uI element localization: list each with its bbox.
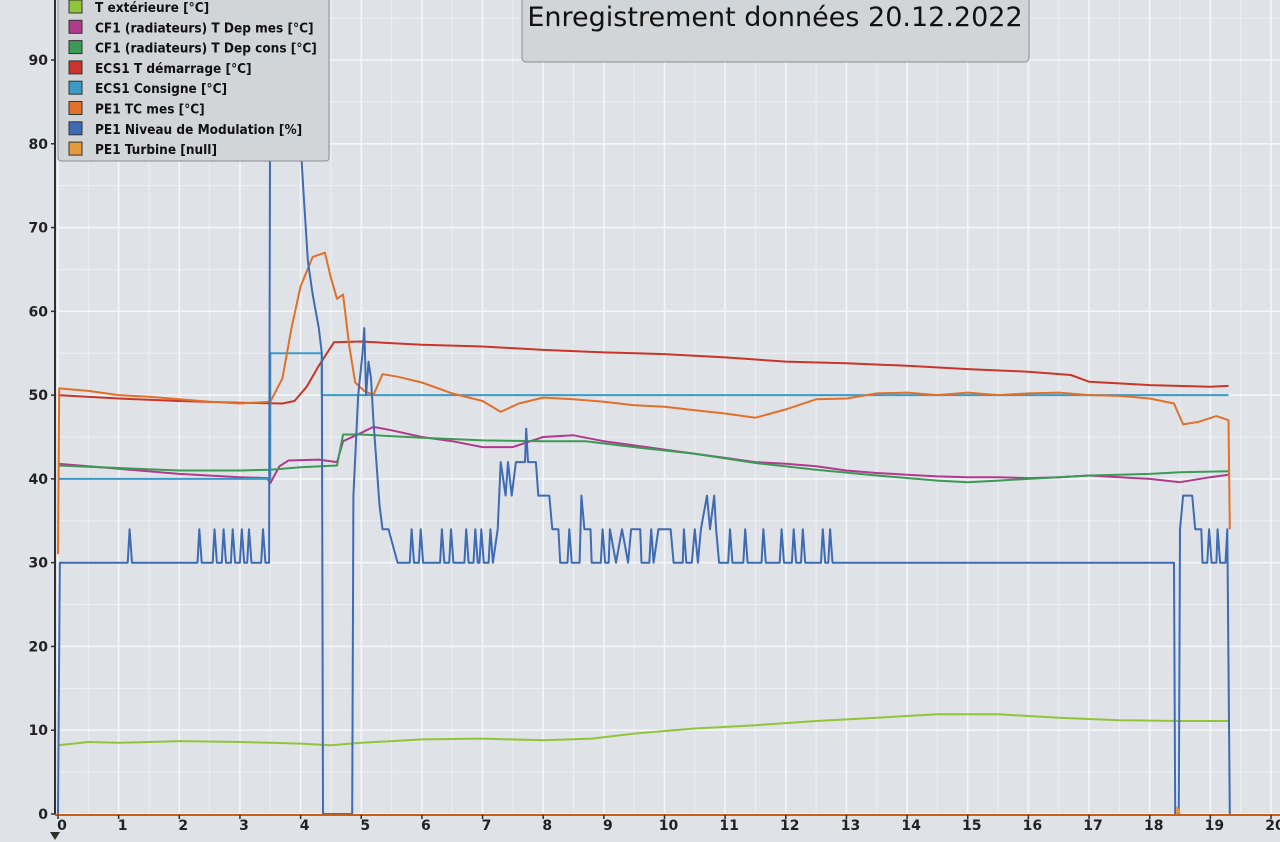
- legend-swatch: [68, 19, 83, 34]
- legend-label: PE1 Turbine [null]: [95, 142, 217, 158]
- x-tick-label: 17: [1083, 818, 1102, 834]
- x-tick-label: 9: [603, 818, 613, 834]
- x-tick-label: 20: [1265, 818, 1280, 834]
- series-line-6: [57, 251, 1231, 555]
- y-tick-label: 30: [29, 556, 49, 572]
- x-tick-label: 14: [901, 818, 921, 834]
- legend-label: ECS1 Consigne [°C]: [95, 81, 227, 97]
- x-tick-label: 8: [542, 818, 552, 834]
- x-tick-label: 12: [780, 818, 799, 834]
- line-chart: 01020304050607080900 1 2 3 4 5 6 7 8 9 10 11 12 13 14 1…: [29, 0, 1280, 840]
- y-tick-label: 80: [29, 137, 49, 153]
- y-tick-label: 20: [29, 639, 49, 655]
- legend: T extérieure [°C] CF1 (radiateurs) T Dep …: [57, 0, 330, 162]
- y-tick-label: 90: [29, 53, 49, 69]
- x-tick-label: 5: [360, 818, 370, 834]
- legend-label: CF1 (radiateurs) T Dep cons [°C]: [95, 41, 317, 57]
- y-tick-label: 0: [38, 807, 48, 823]
- x-tick-label: 16: [1023, 818, 1042, 834]
- x-tick-label: 15: [962, 818, 981, 834]
- x-tick-label: 1: [118, 818, 128, 834]
- x-tick-label: 2: [178, 818, 188, 834]
- y-tick-label: 60: [29, 304, 49, 320]
- legend-label: PE1 TC mes [°C]: [95, 102, 205, 118]
- x-tick-label: 4: [300, 818, 310, 834]
- y-tick-label: 50: [29, 388, 49, 404]
- legend-swatch: [68, 60, 83, 75]
- legend-swatch: [68, 80, 83, 95]
- legend-swatch: [68, 141, 83, 156]
- x-tick-label: 18: [1144, 818, 1163, 834]
- legend-label: PE1 Niveau de Modulation [%]: [95, 122, 302, 138]
- y-tick-label: 10: [29, 723, 49, 739]
- title-panel: Enregistrement données 20.12.2022: [521, 0, 1030, 63]
- x-tick-label: 13: [841, 818, 860, 834]
- legend-label: ECS1 T démarrage [°C]: [95, 61, 252, 77]
- x-tick-label: 11: [719, 818, 738, 834]
- series-line-3: [57, 433, 1229, 484]
- x-tick-label: 6: [421, 818, 431, 834]
- legend-swatch: [68, 0, 83, 14]
- chart-title: Enregistrement données 20.12.2022: [527, 2, 1022, 33]
- x-tick-label: 0: [57, 818, 67, 834]
- x-tick-label: 10: [659, 818, 679, 834]
- x-tick-label: 19: [1205, 818, 1224, 834]
- chart-root: 0 10 20 30 40 50 60 70 80 90 0 1 2 3 4 5 6 7 8 9 10 11 12 13 14 1…: [0, 0, 1280, 842]
- y-tick-label: 40: [29, 472, 49, 488]
- legend-label: T extérieure [°C]: [95, 0, 209, 16]
- x-tick-label: 3: [239, 818, 249, 834]
- series-line-2: [57, 425, 1229, 485]
- x-tick-label: 7: [482, 818, 492, 834]
- series-line-5: [58, 352, 1229, 480]
- tick-labels: 01020304050607080900 1 2 3 4 5 6 7 8 9 10 11 12 13 14 1…: [29, 53, 1280, 834]
- legend-swatch: [68, 40, 83, 55]
- legend-label: CF1 (radiateurs) T Dep mes [°C]: [95, 20, 314, 36]
- y-tick-label: 70: [29, 221, 49, 237]
- legend-swatch: [68, 101, 83, 115]
- legend-swatch: [68, 121, 83, 136]
